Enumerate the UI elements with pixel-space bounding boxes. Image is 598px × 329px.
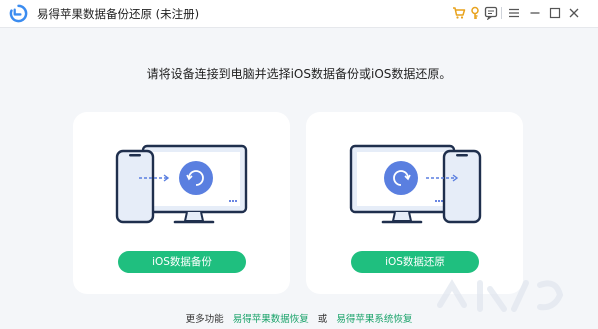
backup-illustration — [115, 144, 248, 224]
menu-icon[interactable] — [506, 5, 522, 21]
minimize-icon[interactable] — [527, 5, 543, 21]
system-recovery-link[interactable]: 易得苹果系统恢复 — [336, 314, 412, 325]
close-icon[interactable] — [566, 5, 582, 21]
restore-illustration — [349, 144, 482, 224]
maximize-icon[interactable] — [547, 5, 563, 21]
more-features-label: 更多功能 — [185, 314, 224, 325]
key-icon[interactable] — [467, 5, 483, 21]
titlebar-divider — [501, 7, 502, 19]
title-bar: 易得苹果数据备份还原 (未注册) — [0, 0, 598, 28]
backup-card[interactable]: iOS数据备份 — [73, 112, 290, 294]
data-recovery-link[interactable]: 易得苹果数据恢复 — [233, 314, 309, 325]
cart-icon[interactable] — [451, 5, 467, 21]
app-title: 易得苹果数据备份还原 (未注册) — [37, 7, 200, 21]
feedback-icon[interactable] — [483, 5, 499, 21]
ios-backup-button[interactable]: iOS数据备份 — [118, 251, 246, 273]
app-logo-icon — [9, 4, 28, 23]
or-label: 或 — [317, 314, 328, 325]
instruction-text: 请将设备连接到电脑并选择iOS数据备份或iOS数据还原。 — [146, 67, 452, 81]
watermark-graphic — [437, 279, 564, 312]
